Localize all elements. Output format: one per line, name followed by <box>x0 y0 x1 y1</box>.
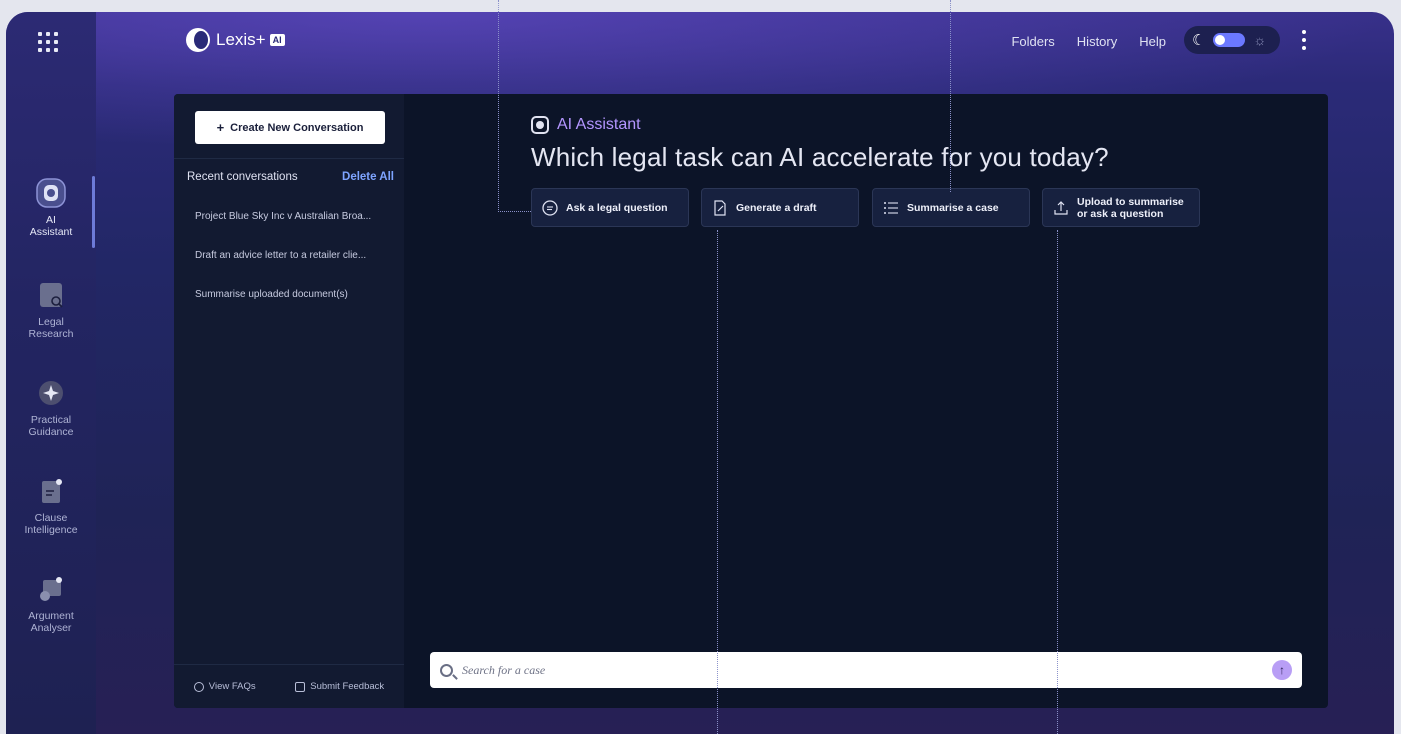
callout-line <box>1057 230 1058 734</box>
page-headline: Which legal task can AI accelerate for y… <box>531 142 1109 172</box>
nav-item-label: Argument <box>28 610 74 622</box>
nav-item-practical-guidance[interactable]: Practical Guidance <box>6 378 96 438</box>
nav-item-label: AI <box>46 214 56 226</box>
view-faqs-link[interactable]: View FAQs <box>193 681 256 692</box>
lexis-logo-icon <box>186 28 210 52</box>
nav-active-indicator <box>92 176 95 248</box>
chip-label: Upload to summarise or ask a question <box>1077 196 1184 220</box>
submit-feedback-link[interactable]: Submit Feedback <box>295 681 384 692</box>
app-window: AI Assistant Legal Research Practical Gu… <box>6 12 1394 734</box>
create-conversation-label: Create New Conversation <box>230 121 364 134</box>
conversation-item[interactable]: Project Blue Sky Inc v Australian Broa..… <box>195 211 395 250</box>
conversation-item[interactable]: Summarise uploaded document(s) <box>195 289 395 328</box>
top-link-help[interactable]: Help <box>1139 34 1166 49</box>
nav-item-label: Intelligence <box>24 524 78 536</box>
nav-item-label: Research <box>28 328 74 340</box>
conversation-footer: View FAQs Submit Feedback <box>174 664 404 708</box>
callout-line <box>717 230 718 734</box>
nav-item-argument-analyser[interactable]: Argument Analyser <box>6 574 96 634</box>
callout-line <box>950 0 951 192</box>
conversation-item[interactable]: Draft an advice letter to a retailer cli… <box>195 250 395 289</box>
feedback-icon <box>295 681 306 692</box>
view-faqs-label: View FAQs <box>208 681 256 692</box>
theme-toggle[interactable]: ☾ ☼ <box>1184 26 1280 54</box>
recent-conversations-header: Recent conversations Delete All <box>187 171 394 183</box>
nav-item-label: Practical <box>30 414 72 426</box>
nav-item-clause-intelligence[interactable]: Clause Intelligence <box>6 476 96 536</box>
chat-bubble-icon <box>542 199 558 216</box>
upload-document-button[interactable]: Upload to summarise or ask a question <box>1042 188 1200 227</box>
nav-item-label: Clause <box>34 512 68 524</box>
top-link-folders[interactable]: Folders <box>1011 34 1054 49</box>
practical-guidance-icon <box>36 378 66 408</box>
brand-logo[interactable]: Lexis+ AI <box>186 28 285 52</box>
conversation-list: Project Blue Sky Inc v Australian Broa..… <box>195 211 395 328</box>
theme-switch[interactable] <box>1213 33 1246 47</box>
app-launcher-grid-icon[interactable] <box>38 32 58 52</box>
legal-research-icon <box>36 280 66 310</box>
help-circle-icon <box>193 681 204 692</box>
more-options-icon[interactable] <box>1302 30 1306 50</box>
generate-draft-button[interactable]: Generate a draft <box>701 188 859 227</box>
search-icon <box>440 663 453 677</box>
left-nav-rail: AI Assistant Legal Research Practical Gu… <box>6 12 96 734</box>
chip-label-line: or ask a question <box>1077 207 1164 220</box>
chip-label: Ask a legal question <box>566 201 668 214</box>
assistant-label-text: AI Assistant <box>557 116 641 133</box>
argument-analyser-icon <box>36 574 66 604</box>
callout-line <box>498 0 499 212</box>
top-link-history[interactable]: History <box>1077 34 1117 49</box>
sun-icon: ☼ <box>1253 32 1267 48</box>
brand-ai-badge: AI <box>269 34 285 46</box>
moon-icon: ☾ <box>1192 32 1206 49</box>
ai-assistant-icon <box>36 178 66 208</box>
nav-item-label: Legal <box>38 316 64 328</box>
send-button[interactable]: ↑ <box>1272 660 1292 680</box>
draft-document-icon <box>712 199 728 216</box>
nav-item-label: Assistant <box>29 226 73 238</box>
chip-label: Summarise a case <box>907 201 999 214</box>
delete-all-button[interactable]: Delete All <box>342 171 394 183</box>
nav-item-label: Analyser <box>30 622 72 634</box>
upload-icon <box>1053 200 1069 216</box>
top-nav-links: Folders History Help <box>1011 34 1166 49</box>
ask-legal-question-button[interactable]: Ask a legal question <box>531 188 689 227</box>
chip-label-line: Upload to summarise <box>1077 195 1184 208</box>
create-conversation-button[interactable]: + Create New Conversation <box>195 111 385 144</box>
ai-assistant-icon <box>531 116 549 134</box>
submit-feedback-label: Submit Feedback <box>310 681 385 692</box>
summarise-case-button[interactable]: Summarise a case <box>872 188 1030 227</box>
nav-item-legal-research[interactable]: Legal Research <box>6 280 96 340</box>
list-icon <box>883 200 899 216</box>
search-bar: ↑ <box>430 652 1302 688</box>
assistant-label: AI Assistant <box>531 116 641 134</box>
plus-icon: + <box>216 120 225 135</box>
callout-line <box>498 211 531 212</box>
clause-intelligence-icon <box>36 476 66 506</box>
divider <box>174 158 404 159</box>
recent-conversations-title: Recent conversations <box>187 171 298 183</box>
chip-label: Generate a draft <box>736 201 817 214</box>
conversation-sidebar: + Create New Conversation Recent convers… <box>174 94 404 708</box>
search-input[interactable] <box>462 662 1272 678</box>
brand-name: Lexis+ <box>216 30 266 49</box>
nav-item-ai-assistant[interactable]: AI Assistant <box>6 178 96 238</box>
main-panel: + Create New Conversation Recent convers… <box>174 94 1328 708</box>
nav-item-label: Guidance <box>28 426 74 438</box>
